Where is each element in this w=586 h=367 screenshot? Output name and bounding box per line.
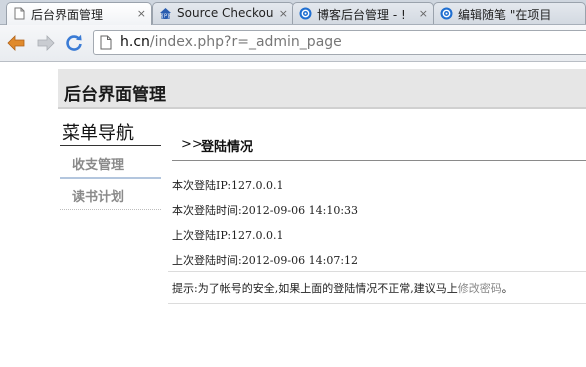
page-icon [14,7,25,20]
close-tab-icon[interactable]: × [137,8,146,20]
nav-item-finance[interactable]: 收支管理 [60,147,161,179]
section-header: >> 登陆情况 [172,126,586,161]
tab-blog-admin[interactable]: 博客后台管理 - ! × [292,2,434,24]
site-header: 后台界面管理 [58,69,586,109]
nav-item-label: 读书计划 [72,190,125,205]
close-tab-icon[interactable]: × [279,8,288,20]
change-password-link[interactable]: 修改密码 [458,282,502,295]
tab-edit-post[interactable]: 编辑随笔 "在项目 [433,2,586,24]
reload-icon[interactable] [64,33,84,53]
tip-suffix: 。 [501,282,513,295]
url-path: /index.php?r=_admin_page [149,34,342,50]
security-tip: 提示:为了帐号的安全,如果上面的登陆情况不正常,建议马上修改密码。 [168,271,586,304]
last-login-ip: 上次登陆IP:127.0.0.1 [172,229,284,242]
site-title: 后台界面管理 [64,85,166,105]
tab-source-checkout[interactable]: {P} Source Checkou × [152,2,294,24]
last-login-time: 上次登陆时间:2012-09-06 14:07:12 [172,254,359,267]
close-tab-icon[interactable]: × [419,8,428,20]
blog-icon [440,7,453,20]
forward-arrow-icon[interactable] [36,33,56,53]
url-host: h.cn [120,34,150,50]
nav-item-reading-plan[interactable]: 读书计划 [60,179,161,210]
tab-strip: 后台界面管理 × {P} Source Checkou × 博客后台管理 - !… [0,0,586,25]
svg-text:{P}: {P} [161,14,170,20]
address-bar[interactable]: h.cn/index.php?r=_admin_page [93,30,586,55]
nav-divider [60,145,161,146]
url-text[interactable]: h.cn/index.php?r=_admin_page [120,34,342,50]
blog-icon [299,7,312,20]
tip-text: 提示:为了帐号的安全,如果上面的登陆情况不正常,建议马上修改密码。 [172,280,513,296]
tip-prefix: 提示:为了帐号的安全,如果上面的登陆情况不正常,建议马上 [172,282,458,295]
back-arrow-icon[interactable] [6,33,26,53]
this-login-time: 本次登陆时间:2012-09-06 14:10:33 [172,204,359,217]
page-icon [100,35,112,50]
tab-admin-page[interactable]: 后台界面管理 × [6,2,152,25]
tab-title: 编辑随笔 "在项目 [458,8,552,22]
tab-title: 后台界面管理 [31,8,104,22]
this-login-ip: 本次登陆IP:127.0.0.1 [172,179,284,192]
tab-title: Source Checkou [177,6,274,20]
browser-toolbar: h.cn/index.php?r=_admin_page [0,25,586,62]
section-arrows: >> [181,137,203,152]
google-code-icon: {P} [160,8,171,20]
tab-title: 博客后台管理 - ! [317,8,406,22]
nav-title: 菜单导航 [62,123,134,144]
nav-item-label: 收支管理 [72,158,125,173]
section-title: 登陆情况 [201,140,254,155]
